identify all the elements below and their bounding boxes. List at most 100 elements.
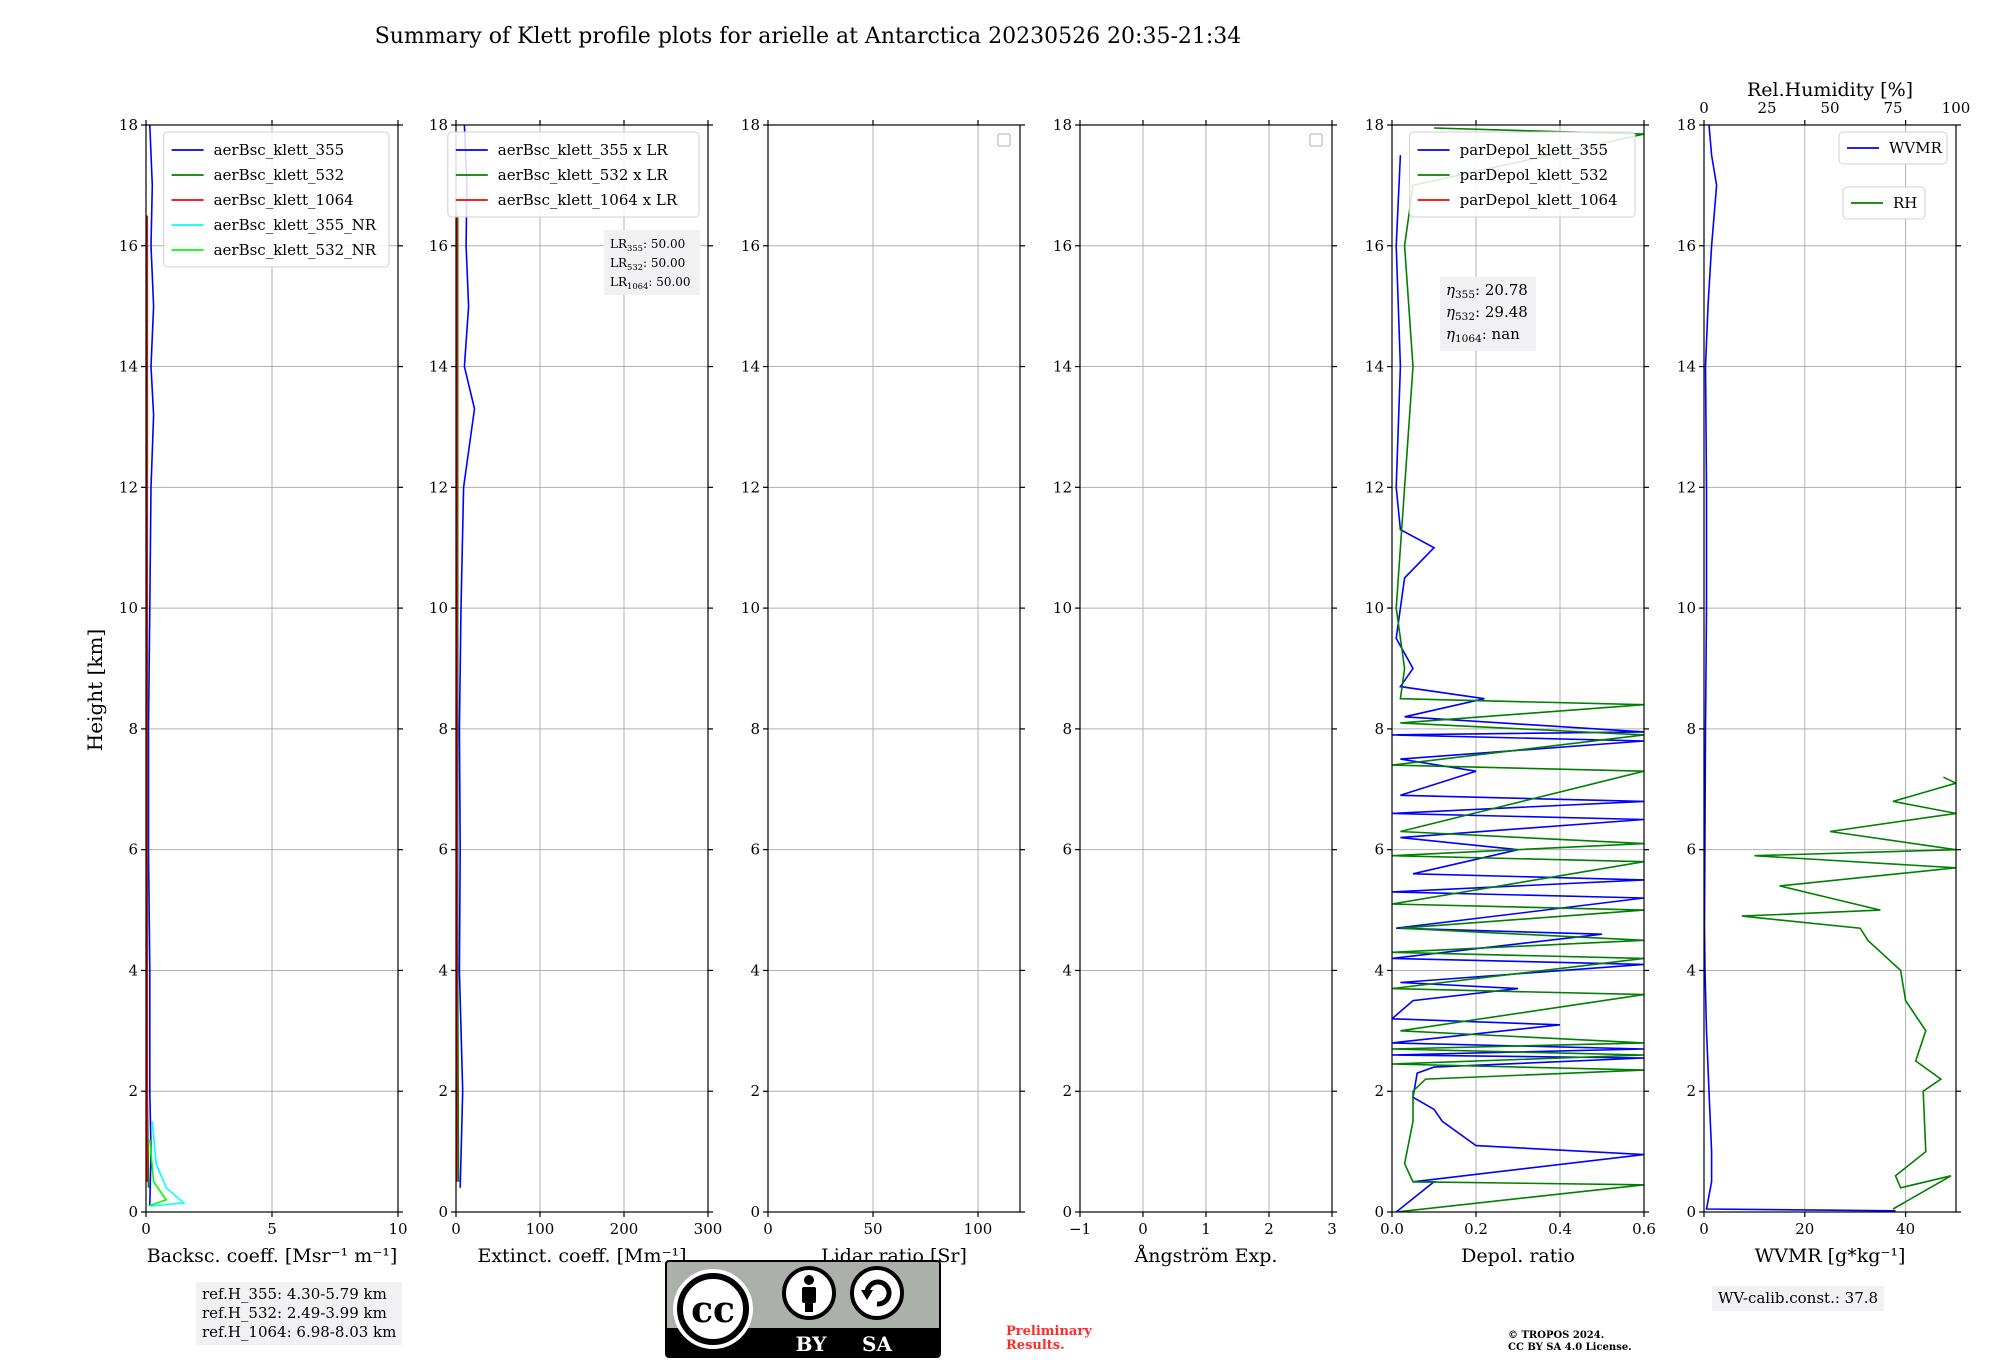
y-tick-label: 2 — [1062, 1082, 1072, 1100]
y-tick-label: 8 — [128, 720, 138, 738]
x-tick-label: 5 — [267, 1220, 277, 1238]
y-tick-label: 12 — [119, 478, 138, 496]
license-note: © TROPOS 2024. CC BY SA 4.0 License. — [1508, 1330, 1632, 1353]
y-tick-label: 10 — [1677, 599, 1696, 617]
ref-height-1064: ref.H_1064: 6.98-8.03 km — [202, 1323, 397, 1341]
series-line-WVMR — [1704, 125, 1896, 1212]
y-tick-label: 16 — [1365, 237, 1384, 255]
figure: Summary of Klett profile plots for ariel… — [83, 24, 1971, 1267]
y-tick-label: 16 — [741, 237, 760, 255]
series-line-aerBsc_klett_1064 — [146, 215, 149, 1182]
x2-tick-label: 100 — [1942, 99, 1971, 117]
y-tick-label: 0 — [750, 1203, 760, 1221]
y-tick-label: 2 — [438, 1082, 448, 1100]
panel-backscatter: 0 2 4 6 8 10 12 14 16 18 0 5 10 Backsc. coeff. [Msr⁻¹… — [119, 116, 408, 1267]
chart-title: Summary of Klett profile plots for ariel… — [375, 24, 1242, 49]
y-tick-label: 18 — [119, 116, 138, 134]
x-tick-label: 1 — [1201, 1220, 1211, 1238]
series-line-aerBsc_klett_532 x LR — [456, 215, 460, 1182]
legend-label: parDepol_klett_1064 — [1460, 191, 1618, 209]
y-tick-label: 10 — [119, 599, 138, 617]
y-tick-label: 4 — [1686, 961, 1696, 979]
y-tick-label: 4 — [750, 961, 760, 979]
x-tick-label: 3 — [1327, 1220, 1337, 1238]
x-tick-label: 0 — [141, 1220, 151, 1238]
legend-label: RH — [1893, 194, 1917, 212]
x-tick-label: 100 — [526, 1220, 555, 1238]
empty-legend-box — [997, 133, 1011, 147]
y-tick-label: 10 — [741, 599, 760, 617]
x-tick-label: 50 — [863, 1220, 882, 1238]
legend: parDepol_klett_355 parDepol_klett_532 parD… — [1409, 131, 1636, 218]
x-tick-label: 0.2 — [1464, 1220, 1488, 1238]
y-tick-label: 2 — [128, 1082, 138, 1100]
y-tick-label: 6 — [1686, 841, 1696, 859]
y-tick-label: 18 — [1365, 116, 1384, 134]
legend-RH: RH — [1842, 186, 1926, 220]
y-tick-label: 0 — [1686, 1203, 1696, 1221]
y-tick-label: 0 — [438, 1203, 448, 1221]
y-tick-label: 8 — [750, 720, 760, 738]
cc-by-sa-badge: cc BY SA — [665, 1260, 941, 1358]
legend-label: parDepol_klett_532 — [1460, 166, 1609, 184]
legend-label: aerBsc_klett_355_NR — [214, 216, 377, 234]
ref-height-532: ref.H_532: 2.49-3.99 km — [202, 1304, 387, 1322]
y-tick-label: 6 — [128, 841, 138, 859]
axes-frame — [1703, 124, 1957, 1213]
series-line-aerBsc_klett_355_NR — [150, 1121, 186, 1207]
y-tick-label: 8 — [1374, 720, 1384, 738]
y-tick-label: 18 — [1053, 116, 1072, 134]
y-tick-label: 0 — [128, 1203, 138, 1221]
y-tick-label: 10 — [1365, 599, 1384, 617]
y-tick-label: 18 — [429, 116, 448, 134]
legend-label: aerBsc_klett_532 — [214, 166, 345, 184]
y-tick-label: 16 — [119, 237, 138, 255]
y-tick-label: 6 — [750, 841, 760, 859]
panel-depol: 0 2 4 6 8 10 12 14 16 18 0.0 0.2 0.4 0.6 Depol. ratio p… — [1365, 116, 1656, 1267]
y-tick-label: 8 — [438, 720, 448, 738]
y-tick-label: 12 — [741, 478, 760, 496]
preliminary-results-note: Preliminary Results. — [1006, 1324, 1092, 1353]
y-tick-label: 4 — [128, 961, 138, 979]
y-tick-label: 0 — [1062, 1203, 1072, 1221]
y-tick-label: 16 — [429, 237, 448, 255]
x-tick-label: 0 — [763, 1220, 773, 1238]
y-tick-label: 14 — [1053, 358, 1072, 376]
x-axis-label: Depol. ratio — [1461, 1245, 1575, 1267]
x-tick-label: 0.0 — [1380, 1220, 1404, 1238]
x2-tick-label: 25 — [1757, 99, 1776, 117]
x-axis-label: Ångström Exp. — [1134, 1245, 1278, 1267]
x-tick-label: 0.6 — [1632, 1220, 1656, 1238]
cc-label: cc — [691, 1289, 735, 1331]
empty-legend-box — [1309, 133, 1323, 147]
legend: aerBsc_klett_355 aerBsc_klett_532 aerBsc_k… — [163, 131, 390, 268]
legend-label: aerBsc_klett_532 x LR — [498, 166, 669, 184]
y-tick-label: 2 — [1374, 1082, 1384, 1100]
y-tick-label: 4 — [1062, 961, 1072, 979]
y-tick-label: 2 — [750, 1082, 760, 1100]
x-tick-label: 10 — [388, 1220, 407, 1238]
x-tick-label: 200 — [610, 1220, 639, 1238]
by-label: BY — [796, 1332, 828, 1356]
x-tick-label: 40 — [1896, 1220, 1915, 1238]
legend-label: parDepol_klett_355 — [1460, 141, 1609, 159]
y-tick-label: 4 — [1374, 961, 1384, 979]
sa-share-icon — [850, 1266, 904, 1320]
y-tick-label: 8 — [1686, 720, 1696, 738]
y-tick-label: 10 — [1053, 599, 1072, 617]
x-axis-label: Backsc. coeff. [Msr⁻¹ m⁻¹] — [147, 1245, 398, 1267]
legend-label: aerBsc_klett_532_NR — [214, 241, 377, 259]
series-line-aerBsc_klett_355 — [147, 125, 155, 1207]
y-axis-label: Height [km] — [83, 629, 107, 751]
y-tick-label: 16 — [1053, 237, 1072, 255]
x-tick-label: −1 — [1069, 1220, 1091, 1238]
y-tick-label: 14 — [429, 358, 448, 376]
sa-label: SA — [862, 1332, 892, 1356]
series-line-RH — [1741, 776, 1956, 1210]
legend-WVMR: WVMR — [1838, 131, 1948, 165]
legend-label: aerBsc_klett_355 x LR — [498, 141, 669, 159]
panel-lidar_ratio: 0246810121416180 50 100Lidar ratio [Sr] — [741, 116, 1025, 1267]
legend-label: aerBsc_klett_1064 — [214, 191, 354, 209]
x2-tick-label: 0 — [1699, 99, 1709, 117]
x-tick-label: 0 — [451, 1220, 461, 1238]
